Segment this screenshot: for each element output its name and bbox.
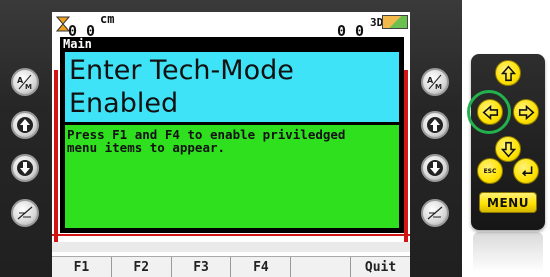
am-mode-button-right[interactable]: A M xyxy=(421,68,449,96)
keypad-up-button[interactable] xyxy=(495,60,521,86)
f4-key[interactable]: F4 xyxy=(231,257,292,277)
highlight-ring xyxy=(467,90,511,134)
backlight-button-left[interactable] xyxy=(11,199,39,227)
left-red-bar xyxy=(54,70,58,242)
navigation-keypad: ESC MENU xyxy=(471,54,545,230)
keypad-reflection xyxy=(473,232,543,272)
status-unit: cm xyxy=(100,12,115,26)
up-button-right[interactable] xyxy=(421,111,449,139)
am-icon: A M xyxy=(427,74,442,91)
svg-text:M: M xyxy=(25,83,32,91)
enter-icon xyxy=(521,165,532,176)
svg-text:M: M xyxy=(435,83,442,91)
keypad-esc-button[interactable]: ESC xyxy=(477,158,503,184)
dialog-message: Press F1 and F4 to enable priviledged me… xyxy=(67,127,346,155)
tech-mode-dialog: Main Enter Tech-Mode Enabled Press F1 an… xyxy=(60,37,404,233)
am-mode-button-left[interactable]: A M xyxy=(11,68,39,96)
f1-key[interactable]: F1 xyxy=(52,257,112,277)
up-button-left[interactable] xyxy=(11,111,39,139)
lcd-screen: 0 0 cm 0 0 3D Main Enter Tech-Mode Enabl… xyxy=(52,12,410,277)
backlight-icon xyxy=(17,206,33,220)
down-button-left[interactable] xyxy=(11,154,39,182)
function-key-row: F1 F2 F3 F4 Quit xyxy=(52,256,410,277)
battery-icon xyxy=(382,15,408,29)
up-arrow-icon xyxy=(17,117,33,133)
dialog-body-panel: Press F1 and F4 to enable priviledged me… xyxy=(65,125,399,228)
quit-key[interactable]: Quit xyxy=(351,257,410,277)
keypad-right-button[interactable] xyxy=(513,99,539,125)
keypad-enter-button[interactable] xyxy=(513,158,539,184)
dialog-heading-panel: Enter Tech-Mode Enabled xyxy=(65,52,399,122)
f2-key[interactable]: F2 xyxy=(111,257,172,277)
down-arrow-icon xyxy=(17,160,33,176)
device-bezel: A M A M 0 0 cm 0 0 3D Main Enter Tech-Mo… xyxy=(0,0,462,277)
backlight-icon xyxy=(427,206,443,220)
down-arrow-icon xyxy=(500,141,516,157)
backlight-button-right[interactable] xyxy=(421,199,449,227)
up-arrow-icon xyxy=(500,65,516,81)
right-red-bar xyxy=(404,70,408,242)
red-divider xyxy=(52,234,410,236)
right-arrow-icon xyxy=(518,104,534,120)
am-icon: A M xyxy=(17,74,32,91)
status-bar: 0 0 cm 0 0 3D xyxy=(52,12,410,40)
f3-key[interactable]: F3 xyxy=(171,257,232,277)
down-arrow-icon xyxy=(427,160,443,176)
keypad-down-button[interactable] xyxy=(495,136,521,162)
menu-button[interactable]: MENU xyxy=(479,192,537,213)
dialog-title: Main xyxy=(63,37,92,51)
f5-key[interactable] xyxy=(291,257,352,277)
background-strip xyxy=(52,242,410,252)
down-button-right[interactable] xyxy=(421,154,449,182)
up-arrow-icon xyxy=(427,117,443,133)
dialog-heading: Enter Tech-Mode Enabled xyxy=(69,55,294,119)
esc-icon: ESC xyxy=(483,167,497,175)
